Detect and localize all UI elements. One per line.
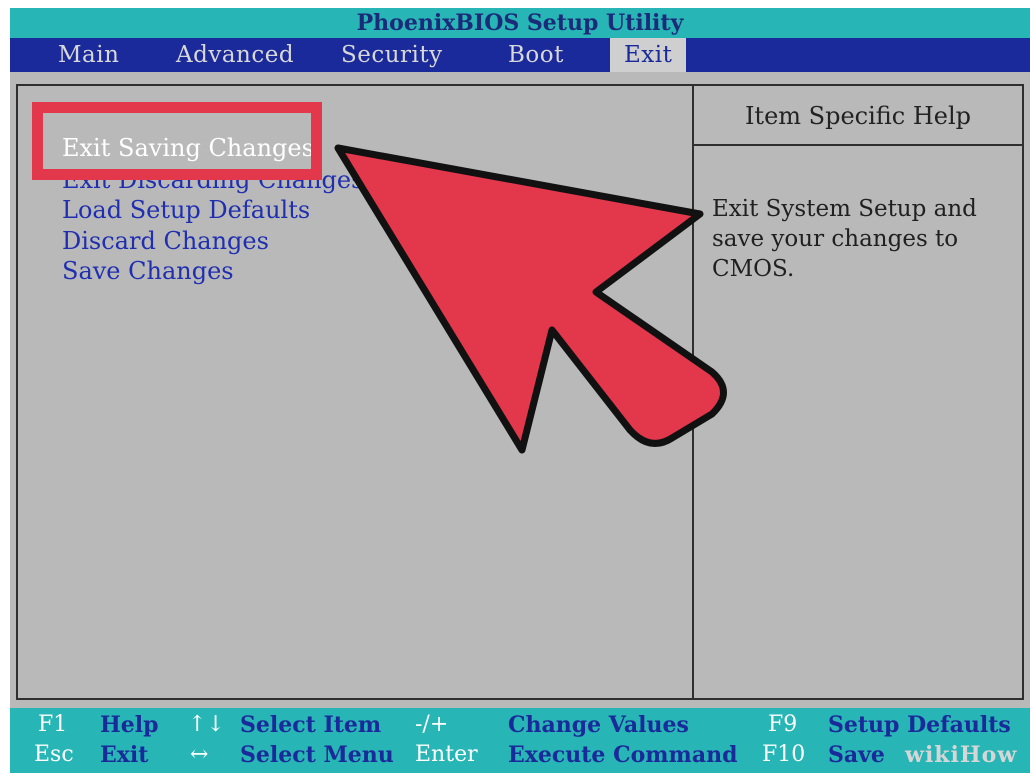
key-help-footer: F1 Help ↑↓ Select Item -/+ Change Values…: [10, 708, 1030, 773]
key-enter-desc: Execute Command: [508, 742, 738, 768]
key-updown: ↑↓: [188, 712, 225, 737]
key-esc-desc: Exit: [100, 742, 149, 768]
key-plusminus: -/+: [415, 712, 449, 737]
pointer-arrow-icon: [334, 144, 727, 454]
key-f10-desc: Save: [828, 742, 885, 768]
key-esc: Esc: [34, 742, 74, 767]
key-updown-desc: Select Item: [240, 712, 382, 738]
key-f10: F10: [762, 742, 806, 767]
key-leftright-desc: Select Menu: [240, 742, 394, 768]
key-f9-desc: Setup Defaults: [828, 712, 1011, 738]
key-plusminus-desc: Change Values: [508, 712, 689, 738]
key-f1-desc: Help: [100, 712, 159, 738]
wikihow-watermark: wikiHow: [905, 742, 1018, 768]
key-f1: F1: [38, 712, 68, 737]
key-f9: F9: [768, 712, 798, 737]
key-enter: Enter: [415, 742, 478, 767]
key-leftright: ↔: [190, 742, 209, 767]
